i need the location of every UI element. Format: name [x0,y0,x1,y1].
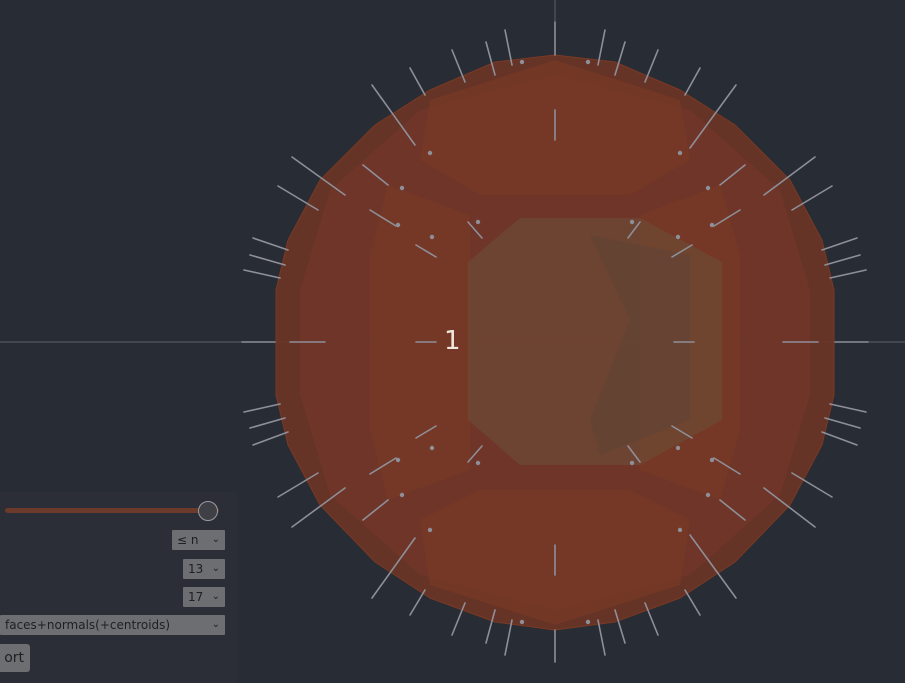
value-select-b-value: 17 [188,590,204,604]
value-select-b[interactable]: 17 ⌄ [183,587,225,607]
relation-select-value: ≤ n [177,533,199,547]
size-slider[interactable] [5,508,219,513]
shape-index-label: 1 [444,326,461,356]
chevron-down-icon: ⌄ [211,534,220,545]
chevron-down-icon: ⌄ [211,591,220,602]
value-select-a-value: 13 [188,562,204,576]
chevron-down-icon: ⌄ [211,563,220,574]
display-mode-select[interactable]: faces+normals(+centroids) ⌄ [0,615,225,635]
chevron-down-icon: ⌄ [211,619,220,630]
export-button[interactable]: ort [0,644,30,672]
control-panel: ≤ n ⌄ 13 ⌄ 17 ⌄ faces+normals(+centroids… [0,492,237,683]
relation-select[interactable]: ≤ n ⌄ [172,530,225,550]
size-slider-thumb[interactable] [198,501,219,521]
value-select-a[interactable]: 13 ⌄ [183,559,225,579]
display-mode-select-value: faces+normals(+centroids) [5,618,171,632]
